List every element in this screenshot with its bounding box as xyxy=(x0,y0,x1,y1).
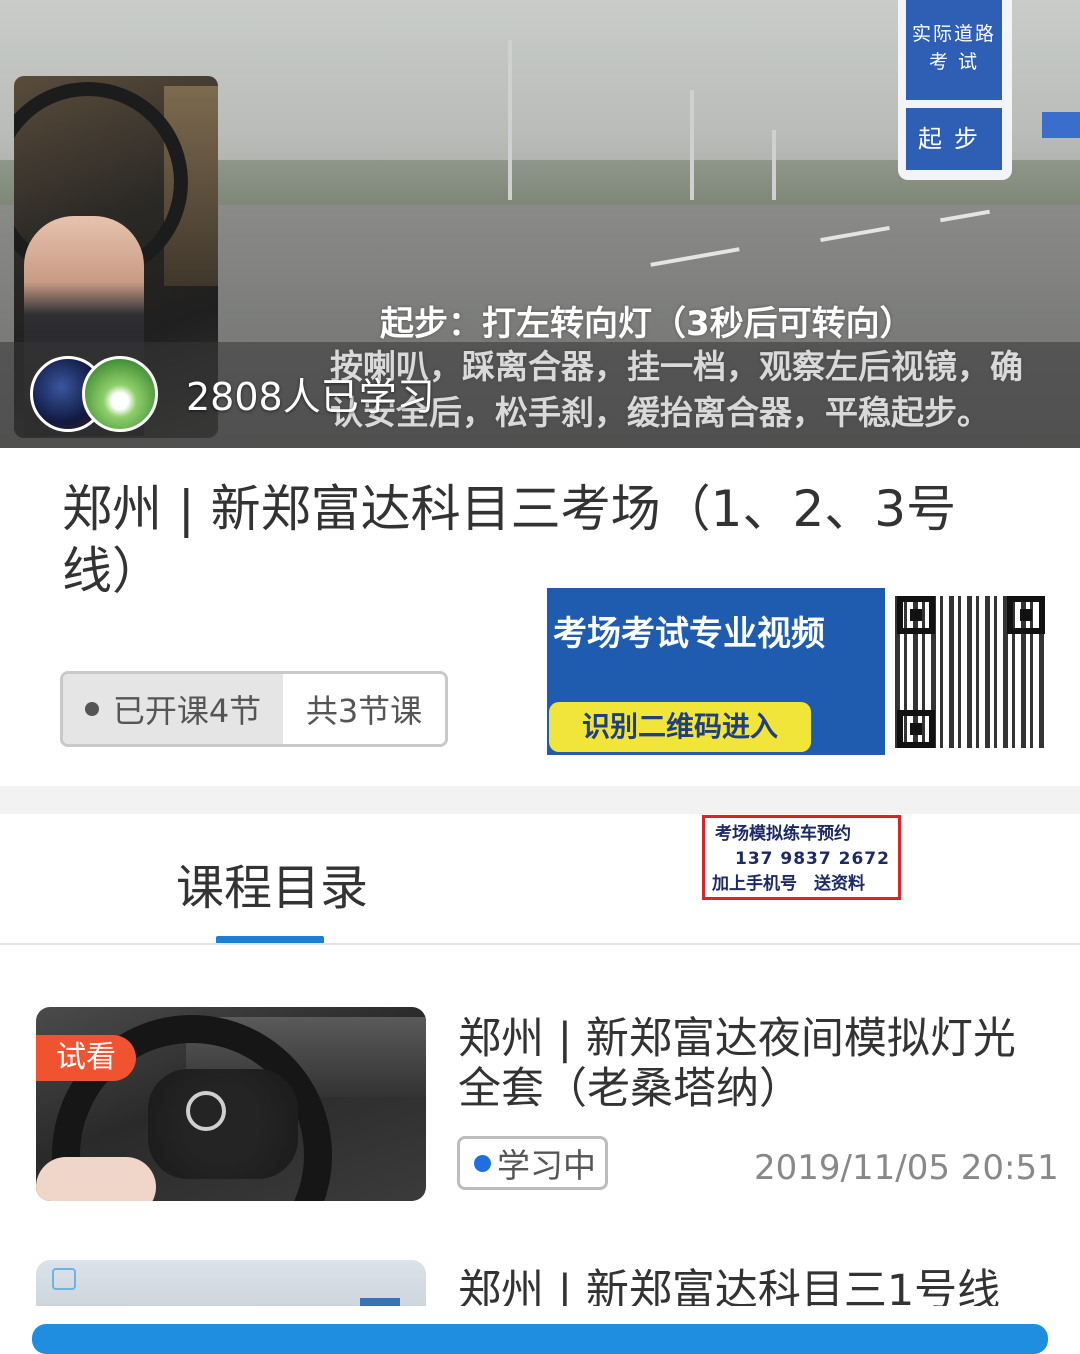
wheel-hub xyxy=(148,1069,298,1179)
lesson-count-toggle[interactable]: 已开课4节 共3节课 xyxy=(60,671,448,747)
section-divider xyxy=(0,786,1080,814)
street-lamp xyxy=(508,40,512,200)
video-player[interactable]: 实际道路考 试 起步 起步：打左转向灯（3秒后可转向） 按喇叭，踩离合器，挂一档… xyxy=(0,0,1080,448)
tab-course-catalog[interactable]: 课程目录 xyxy=(176,848,368,918)
bullet-dot-icon xyxy=(84,702,99,716)
cloud-icon xyxy=(52,1268,76,1290)
opened-lessons-segment[interactable]: 已开课4节 xyxy=(63,674,283,744)
practice-booking-ad: 考场模拟练车预约 137 9837 2672 加上手机号 送资料 xyxy=(702,815,901,900)
video-caption-title: 起步：打左转向灯（3秒后可转向） xyxy=(380,304,914,344)
course-title: 郑州 | 新郑富达科目三考场（1、2、3号线） xyxy=(62,480,957,600)
promo-headline: 考场考试专业视频 xyxy=(553,614,825,654)
qr-finder xyxy=(897,596,935,634)
tab-divider xyxy=(0,943,1080,945)
vw-logo-icon xyxy=(186,1091,226,1131)
ad-line-1: 考场模拟练车预约 xyxy=(715,824,851,844)
promo-banner[interactable]: 考场考试专业视频 识别二维码进入 xyxy=(547,588,1055,755)
lesson-title[interactable]: 郑州 | 新郑富达夜间模拟灯光全套（老桑塔纳） xyxy=(458,1014,1058,1114)
street-lamp xyxy=(690,90,694,200)
road-test-sign: 实际道路考 试 起步 xyxy=(898,0,1012,180)
learners-count: 2808人已学习 xyxy=(186,375,435,419)
driver-hand xyxy=(36,1157,156,1201)
opened-lessons-label: 已开课4节 xyxy=(112,692,262,730)
trial-badge: 试看 xyxy=(36,1035,136,1081)
lesson-thumbnail[interactable]: 试看 xyxy=(36,1007,426,1201)
sign-bottom-text: 起步 xyxy=(906,108,1002,170)
direction-sign xyxy=(1042,112,1080,138)
ad-line-3: 加上手机号 送资料 xyxy=(712,874,865,894)
qr-finder xyxy=(1007,596,1045,634)
street-lamp xyxy=(772,130,776,200)
lesson-timestamp: 2019/11/05 20:51 xyxy=(754,1148,1059,1188)
qr-finder xyxy=(897,710,935,748)
lesson-title[interactable]: 郑州 | 新郑富达科目三1号线 xyxy=(458,1266,1058,1308)
ad-phone: 137 9837 2672 xyxy=(735,849,890,869)
bottom-action-bar[interactable] xyxy=(32,1324,1048,1354)
learner-avatar xyxy=(82,356,158,432)
total-lessons-label: 共3节课 xyxy=(305,692,423,730)
qr-code-icon xyxy=(885,588,1055,755)
video-caption-body: 按喇叭，踩离合器，挂一档，观察左后视镜，确认安全后，松手刹，缓抬离合器，平稳起步… xyxy=(330,347,1023,432)
status-label: 学习中 xyxy=(497,1146,596,1185)
status-badge: 学习中 xyxy=(457,1136,608,1190)
status-dot-icon xyxy=(474,1154,491,1172)
promo-cta-button[interactable]: 识别二维码进入 xyxy=(549,702,811,752)
sign-top-text: 实际道路考 试 xyxy=(906,0,1002,100)
total-lessons-segment[interactable]: 共3节课 xyxy=(283,674,445,744)
